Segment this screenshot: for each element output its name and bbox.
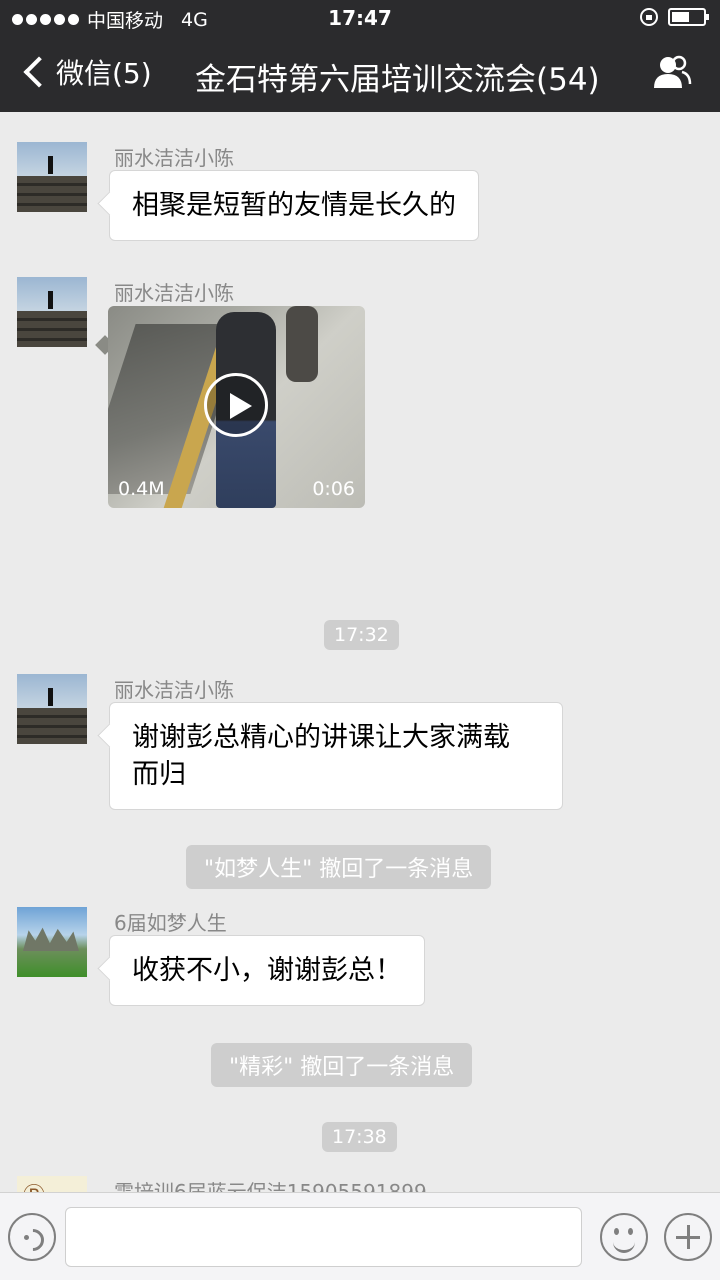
chat-title: 金石特第六届培训交流会(54) (195, 62, 600, 98)
plus-icon[interactable] (664, 1213, 712, 1261)
play-icon[interactable] (204, 373, 268, 437)
input-bar (0, 1192, 720, 1280)
message-bubble[interactable]: 相聚是短暂的友情是长久的 (109, 170, 479, 241)
message-line: 而归 (132, 759, 186, 790)
avatar[interactable] (17, 142, 87, 212)
rotation-lock-icon (640, 8, 658, 26)
sender-name: 需培训6届蓝云保洁15905591899 (114, 1180, 427, 1192)
video-duration: 0:06 (312, 478, 355, 500)
battery-icon (668, 8, 709, 26)
emoji-icon[interactable] (600, 1213, 648, 1261)
group-members-icon[interactable] (652, 54, 692, 90)
sender-name: 6届如梦人生 (114, 911, 227, 935)
chat-area[interactable]: 丽水洁洁小陈 相聚是短暂的友情是长久的 丽水洁洁小陈 0.4M 0:06 17:… (0, 112, 720, 1192)
status-right (640, 8, 709, 26)
video-message[interactable]: 0.4M 0:06 (108, 306, 365, 508)
avatar[interactable] (17, 907, 87, 977)
video-size: 0.4M (118, 478, 165, 500)
status-time: 17:47 (328, 6, 392, 30)
timestamp: 17:38 (322, 1122, 397, 1152)
recall-notice: "如梦人生" 撤回了一条消息 (186, 845, 492, 889)
timestamp: 17:32 (324, 620, 399, 650)
message-input[interactable] (65, 1207, 582, 1267)
message-line: 谢谢彭总精心的讲课让大家满载 (132, 722, 510, 753)
chevron-left-icon (23, 56, 55, 88)
message-bubble[interactable]: 收获不小，谢谢彭总！ (109, 935, 425, 1006)
avatar[interactable] (17, 277, 87, 347)
voice-input-icon[interactable] (8, 1213, 56, 1261)
recall-notice: "精彩" 撤回了一条消息 (211, 1043, 473, 1087)
top-bar: 中国移动 4G 17:47 微信(5) 金石特第六届培训交流会(54) (0, 0, 720, 112)
sender-name: 丽水洁洁小陈 (114, 678, 234, 702)
message-bubble[interactable]: 谢谢彭总精心的讲课让大家满载 而归 (109, 702, 563, 810)
battery-fill (672, 12, 689, 22)
nav-bar: 微信(5) 金石特第六届培训交流会(54) (0, 38, 720, 112)
avatar[interactable] (17, 1176, 87, 1192)
back-label: 微信(5) (56, 57, 152, 90)
sender-name: 丽水洁洁小陈 (114, 146, 234, 170)
back-button[interactable]: 微信(5) (18, 52, 152, 92)
sender-name: 丽水洁洁小陈 (114, 281, 234, 305)
avatar[interactable] (17, 674, 87, 744)
status-bar: 中国移动 4G 17:47 (0, 0, 720, 38)
